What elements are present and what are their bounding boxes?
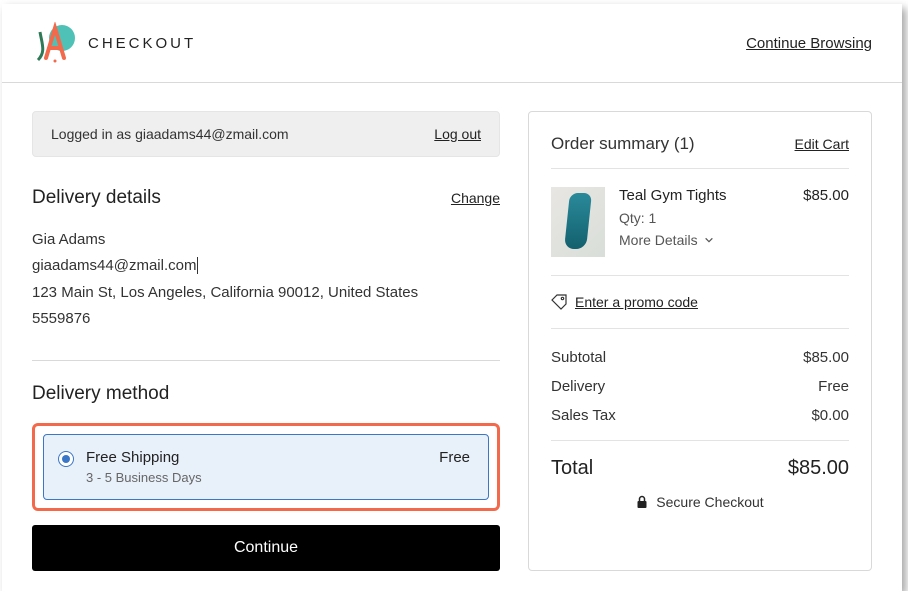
page-title: CHECKOUT bbox=[88, 35, 196, 52]
shipping-option-label: Free Shipping bbox=[86, 449, 427, 466]
promo-code-link[interactable]: Enter a promo code bbox=[575, 294, 698, 310]
edit-cart-link[interactable]: Edit Cart bbox=[795, 136, 849, 152]
secure-checkout-label: Secure Checkout bbox=[551, 494, 849, 510]
delivery-method-title: Delivery method bbox=[32, 383, 500, 405]
delivery-details-body: Gia Adams giaadams44@zmail.com 123 Main … bbox=[32, 227, 500, 332]
item-qty: Qty: 1 bbox=[619, 210, 789, 226]
shipping-option-free[interactable]: Free Shipping 3 - 5 Business Days Free bbox=[43, 434, 489, 500]
radio-selected-icon bbox=[58, 451, 74, 467]
delivery-name: Gia Adams bbox=[32, 227, 500, 253]
chevron-down-icon bbox=[704, 235, 714, 245]
delivery-line: Delivery Free bbox=[551, 372, 849, 401]
delivery-details-header: Delivery details Change bbox=[32, 187, 500, 209]
delivery-email: giaadams44@zmail.com bbox=[32, 257, 198, 274]
cart-item: Teal Gym Tights Qty: 1 More Details $85.… bbox=[551, 168, 849, 257]
order-summary-panel: Order summary (1) Edit Cart Teal Gym Tig… bbox=[528, 111, 872, 571]
item-name: Teal Gym Tights bbox=[619, 187, 789, 204]
delivery-details-title: Delivery details bbox=[32, 187, 161, 209]
lock-icon bbox=[636, 495, 648, 509]
totals-block: Subtotal $85.00 Delivery Free Sales Tax … bbox=[551, 328, 849, 480]
delivery-method-highlight: Free Shipping 3 - 5 Business Days Free bbox=[32, 423, 500, 511]
shipping-option-price: Free bbox=[439, 449, 470, 466]
left-column: Logged in as giaadams44@zmail.com Log ou… bbox=[32, 111, 500, 571]
tax-line: Sales Tax $0.00 bbox=[551, 401, 849, 430]
brand-logo bbox=[32, 22, 78, 64]
item-price: $85.00 bbox=[803, 187, 849, 257]
delivery-address: 123 Main St, Los Angeles, California 900… bbox=[32, 280, 500, 306]
item-thumbnail bbox=[551, 187, 605, 257]
change-delivery-link[interactable]: Change bbox=[451, 190, 500, 206]
tag-icon bbox=[551, 294, 567, 310]
grand-total-line: Total $85.00 bbox=[551, 440, 849, 480]
subtotal-line: Subtotal $85.00 bbox=[551, 343, 849, 372]
content: Logged in as giaadams44@zmail.com Log ou… bbox=[2, 83, 902, 591]
divider bbox=[32, 360, 500, 361]
logged-in-text: Logged in as giaadams44@zmail.com bbox=[51, 126, 289, 142]
shipping-option-sub: 3 - 5 Business Days bbox=[86, 470, 427, 485]
continue-browsing-link[interactable]: Continue Browsing bbox=[746, 35, 872, 52]
summary-title: Order summary (1) bbox=[551, 134, 695, 154]
logo-area: CHECKOUT bbox=[32, 22, 196, 64]
summary-header: Order summary (1) Edit Cart bbox=[551, 134, 849, 154]
continue-button[interactable]: Continue bbox=[32, 525, 500, 571]
checkout-page: CHECKOUT Continue Browsing Logged in as … bbox=[2, 4, 902, 591]
more-details-toggle[interactable]: More Details bbox=[619, 232, 789, 248]
promo-row: Enter a promo code bbox=[551, 275, 849, 310]
logout-link[interactable]: Log out bbox=[434, 126, 481, 142]
delivery-phone: 5559876 bbox=[32, 306, 500, 332]
header: CHECKOUT Continue Browsing bbox=[2, 4, 902, 83]
login-bar: Logged in as giaadams44@zmail.com Log ou… bbox=[32, 111, 500, 157]
